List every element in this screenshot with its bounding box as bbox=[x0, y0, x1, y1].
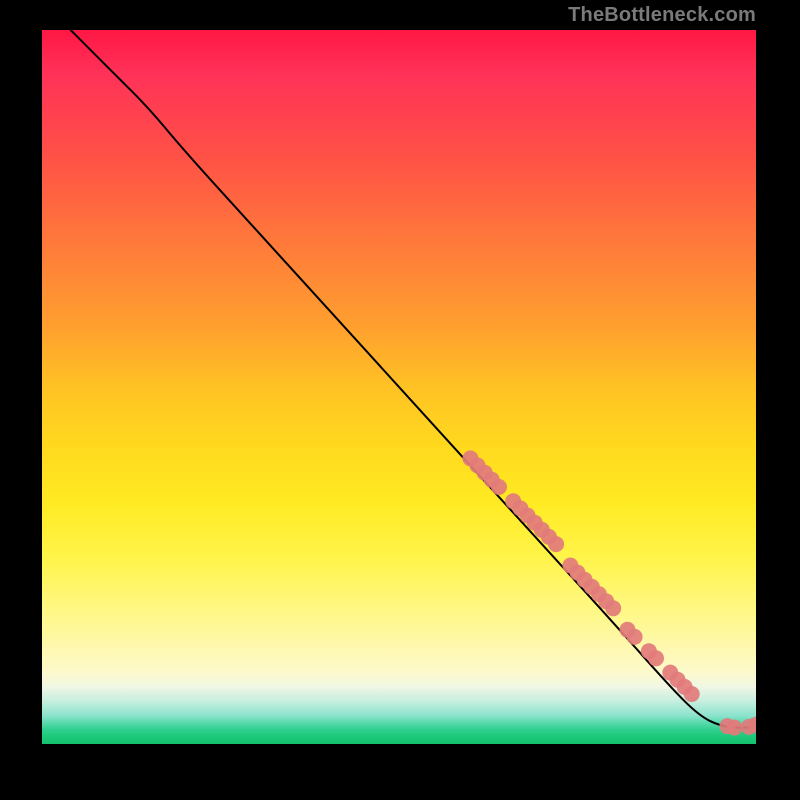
data-marker bbox=[627, 629, 643, 645]
data-marker bbox=[548, 536, 564, 552]
data-marker bbox=[491, 479, 507, 495]
data-marker bbox=[648, 650, 664, 666]
chart-plot-area bbox=[42, 30, 756, 744]
data-marker bbox=[684, 686, 700, 702]
data-markers bbox=[462, 450, 756, 735]
attribution-text: TheBottleneck.com bbox=[568, 4, 756, 27]
data-marker bbox=[605, 600, 621, 616]
bottleneck-curve bbox=[71, 30, 756, 728]
chart-svg bbox=[42, 30, 756, 744]
data-marker bbox=[727, 720, 743, 736]
